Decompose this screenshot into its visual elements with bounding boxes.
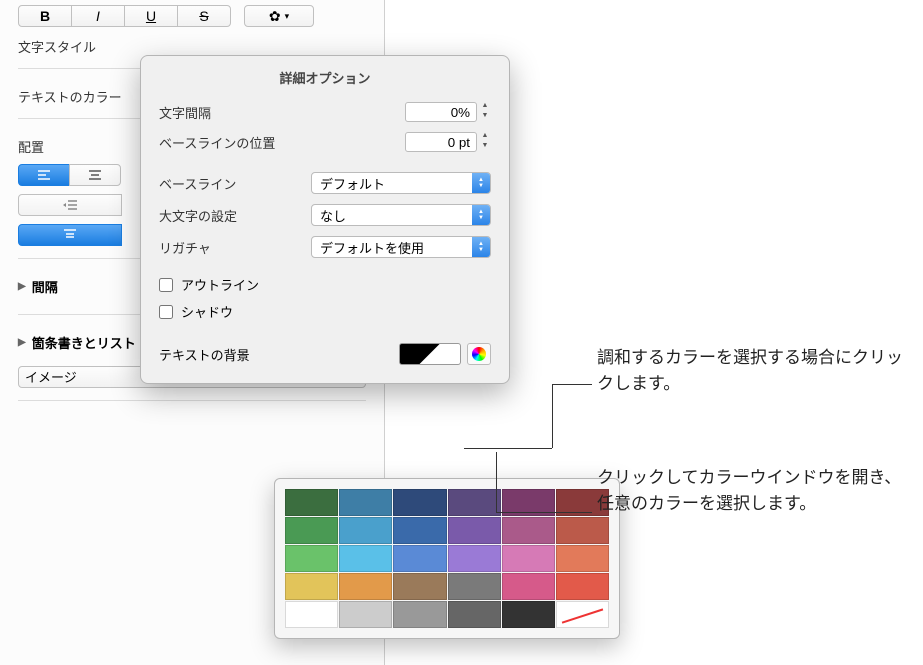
select-arrows-icon: ▲▼	[472, 173, 490, 193]
color-swatch[interactable]	[502, 573, 555, 600]
baseline-label: ベースライン	[159, 174, 311, 193]
color-swatch[interactable]	[285, 601, 338, 628]
color-swatch[interactable]	[339, 489, 392, 516]
select-arrows-icon: ▲▼	[472, 237, 490, 257]
baseline-shift-stepper[interactable]: ▲▼	[479, 132, 491, 152]
color-swatch-palette	[274, 478, 620, 639]
align-left-icon	[37, 170, 51, 180]
color-swatch[interactable]	[556, 601, 609, 628]
outdent-icon	[62, 200, 78, 210]
callout-wheel: クリックしてカラーウインドウを開き、任意のカラーを選択します。	[597, 465, 917, 516]
outdent-button[interactable]	[18, 194, 122, 216]
select-arrows-icon: ▲▼	[472, 205, 490, 225]
color-wheel-button[interactable]	[467, 343, 491, 365]
text-background-color-well[interactable]	[399, 343, 461, 365]
palette-grid	[285, 489, 609, 628]
color-swatch[interactable]	[285, 489, 338, 516]
ligatures-value: デフォルトを使用	[320, 238, 424, 257]
caps-label: 大文字の設定	[159, 206, 311, 225]
valign-top-button[interactable]	[18, 224, 122, 246]
color-wheel-icon	[472, 347, 486, 361]
bullets-label: 箇条書きとリスト	[32, 333, 136, 352]
ligatures-select[interactable]: デフォルトを使用 ▲▼	[311, 236, 491, 258]
baseline-shift-field[interactable]	[405, 132, 477, 152]
color-swatch[interactable]	[393, 573, 446, 600]
color-swatch[interactable]	[339, 601, 392, 628]
ligatures-row: リガチャ デフォルトを使用 ▲▼	[141, 231, 509, 263]
list-style-value: イメージ	[25, 370, 77, 385]
italic-button[interactable]: I	[71, 5, 125, 27]
color-swatch[interactable]	[393, 601, 446, 628]
color-swatch[interactable]	[339, 517, 392, 544]
strikethrough-button[interactable]: S	[177, 5, 231, 27]
shadow-label: シャドウ	[181, 302, 233, 321]
color-swatch[interactable]	[339, 573, 392, 600]
baseline-select[interactable]: デフォルト ▲▼	[311, 172, 491, 194]
char-spacing-label: 文字間隔	[159, 103, 405, 122]
color-swatch[interactable]	[285, 545, 338, 572]
align-center-button[interactable]	[69, 164, 121, 186]
outline-label: アウトライン	[181, 275, 259, 294]
ligatures-label: リガチャ	[159, 238, 311, 257]
divider	[18, 400, 366, 401]
baseline-shift-row: ベースラインの位置 ▲▼	[141, 127, 509, 157]
valign-top-icon	[63, 229, 77, 241]
baseline-row: ベースライン デフォルト ▲▼	[141, 167, 509, 199]
text-background-label: テキストの背景	[159, 345, 399, 364]
color-swatch[interactable]	[556, 517, 609, 544]
color-swatch[interactable]	[448, 601, 501, 628]
callout-line	[496, 512, 592, 513]
color-swatch[interactable]	[556, 573, 609, 600]
callout-line	[552, 384, 592, 385]
color-swatch[interactable]	[448, 545, 501, 572]
callout-swatch: 調和するカラーを選択する場合にクリックします。	[597, 345, 917, 396]
popover-title: 詳細オプション	[141, 68, 509, 97]
color-swatch[interactable]	[393, 517, 446, 544]
align-center-icon	[88, 170, 102, 180]
caps-value: なし	[320, 206, 346, 225]
color-swatch[interactable]	[502, 517, 555, 544]
color-swatch[interactable]	[285, 517, 338, 544]
callout-line	[496, 452, 497, 512]
callout-line	[464, 448, 552, 449]
gear-icon: ✿	[269, 8, 281, 25]
color-swatch[interactable]	[339, 545, 392, 572]
spacing-label: 間隔	[32, 277, 58, 296]
color-swatch[interactable]	[556, 545, 609, 572]
underline-button[interactable]: U	[124, 5, 178, 27]
color-swatch[interactable]	[502, 601, 555, 628]
color-swatch[interactable]	[448, 517, 501, 544]
outline-row: アウトライン	[141, 271, 509, 298]
disclosure-triangle-icon: ▶	[18, 337, 26, 348]
baseline-value: デフォルト	[320, 174, 385, 193]
color-swatch[interactable]	[285, 573, 338, 600]
shadow-checkbox[interactable]	[159, 305, 173, 319]
baseline-shift-label: ベースラインの位置	[159, 133, 405, 152]
disclosure-triangle-icon: ▶	[18, 281, 26, 292]
bold-button[interactable]: B	[18, 5, 72, 27]
char-spacing-stepper[interactable]: ▲▼	[479, 102, 491, 122]
color-swatch[interactable]	[448, 489, 501, 516]
outline-checkbox[interactable]	[159, 278, 173, 292]
text-style-toolbar: B I U S ✿ ▾	[0, 0, 384, 27]
advanced-options-popover: 詳細オプション 文字間隔 ▲▼ ベースラインの位置 ▲▼ ベースライン デフォル…	[140, 55, 510, 384]
text-background-row: テキストの背景	[141, 335, 509, 365]
char-spacing-field[interactable]	[405, 102, 477, 122]
color-swatch[interactable]	[448, 573, 501, 600]
caps-row: 大文字の設定 なし ▲▼	[141, 199, 509, 231]
color-swatch[interactable]	[393, 489, 446, 516]
caps-select[interactable]: なし ▲▼	[311, 204, 491, 226]
color-swatch[interactable]	[393, 545, 446, 572]
color-swatch[interactable]	[502, 545, 555, 572]
char-spacing-row: 文字間隔 ▲▼	[141, 97, 509, 127]
shadow-row: シャドウ	[141, 298, 509, 325]
chevron-down-icon: ▾	[285, 11, 290, 22]
advanced-options-button[interactable]: ✿ ▾	[244, 5, 314, 27]
callout-line	[552, 384, 553, 448]
align-left-button[interactable]	[18, 164, 70, 186]
